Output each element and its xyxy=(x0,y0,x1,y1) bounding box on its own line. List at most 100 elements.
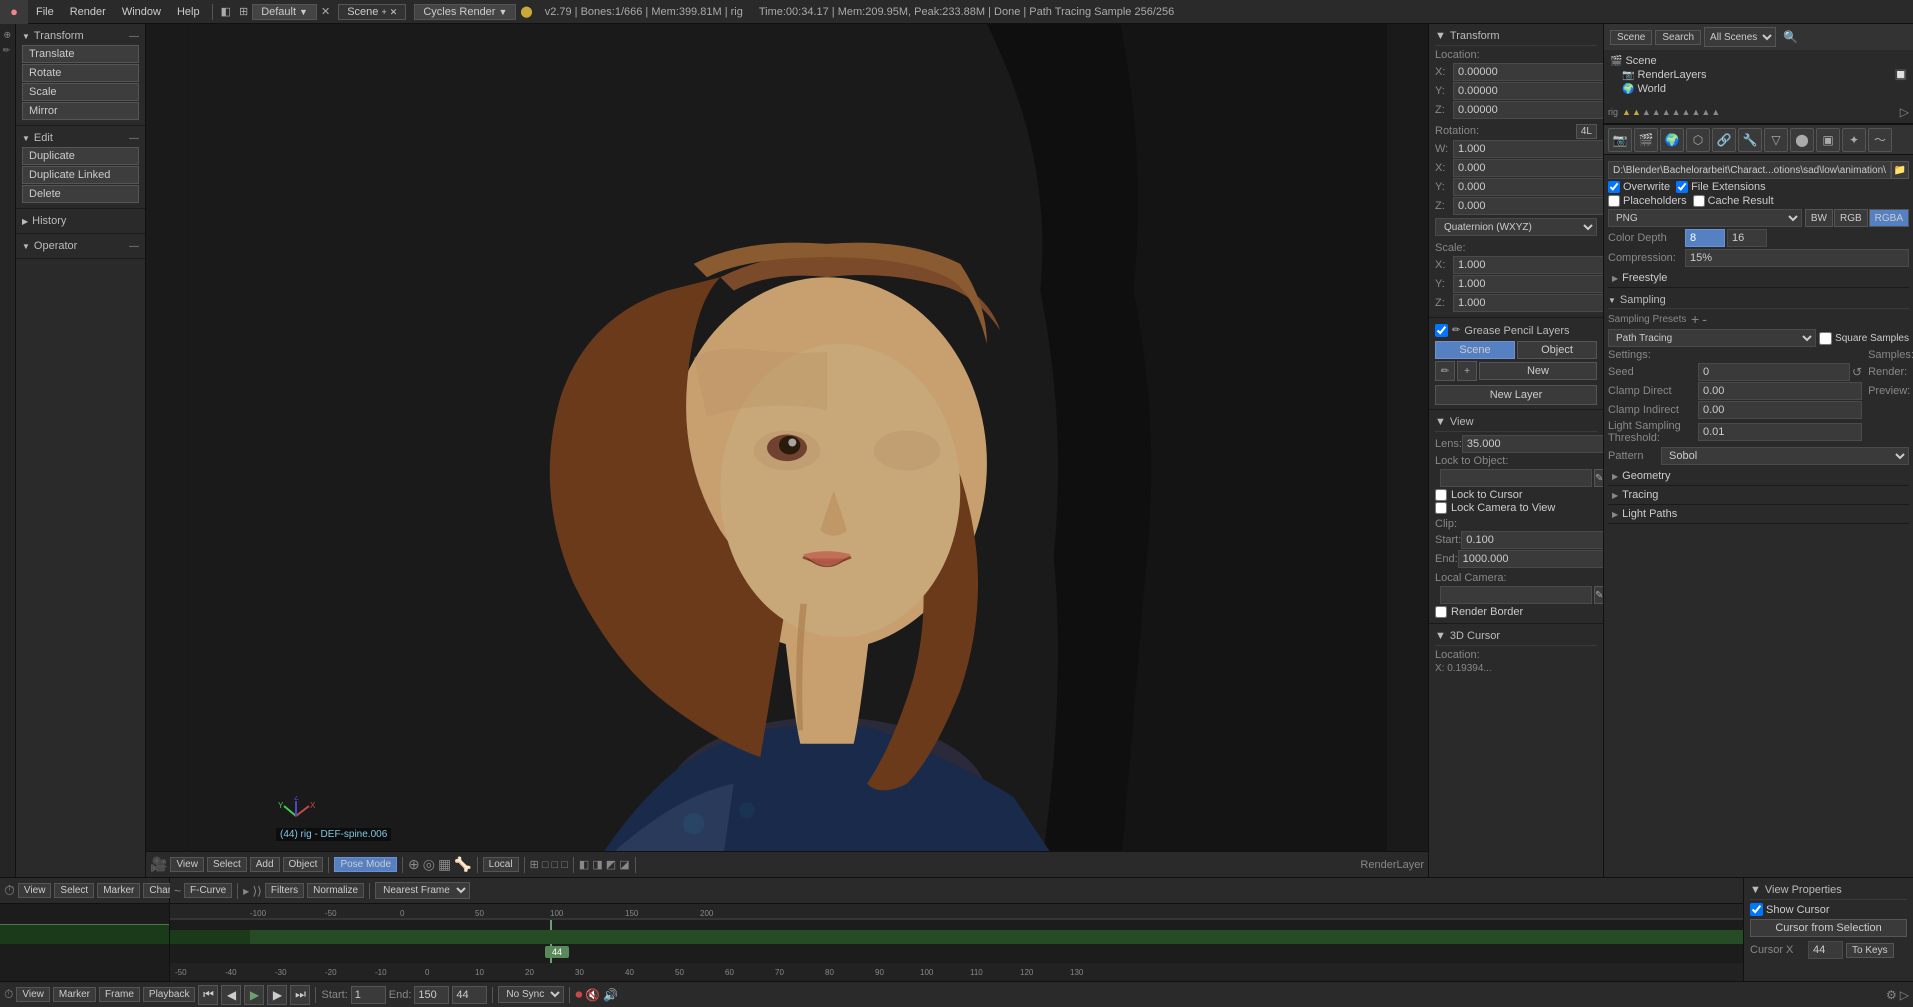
render-border-checkbox[interactable] xyxy=(1435,606,1447,618)
file-ext-checkbox[interactable] xyxy=(1676,181,1688,193)
rl-icon-7[interactable]: ▲ xyxy=(1682,107,1691,117)
rl-icon-5[interactable]: ▲ xyxy=(1662,107,1671,117)
square-samples-checkbox[interactable] xyxy=(1819,332,1832,345)
gp-object-btn[interactable]: Object xyxy=(1517,341,1597,359)
texture-icon-btn[interactable]: ▣ xyxy=(1816,128,1840,152)
view-props-header[interactable]: ▼ View Properties xyxy=(1750,882,1907,900)
fcurve-icon[interactable]: ~ xyxy=(174,884,181,898)
no-sync-select[interactable]: No Sync xyxy=(498,986,564,1003)
mute-btn[interactable]: 🔇 xyxy=(585,988,600,1002)
file-path-btn[interactable]: 📁 xyxy=(1891,161,1909,179)
location-y-input[interactable] xyxy=(1453,82,1603,100)
freestyle-section[interactable]: ▶ Freestyle xyxy=(1608,269,1909,288)
frame-select[interactable]: Nearest Frame xyxy=(375,882,470,899)
format-select[interactable]: PNG xyxy=(1608,209,1802,227)
current-frame-input[interactable] xyxy=(452,986,487,1004)
view-tab[interactable]: Scene xyxy=(1610,30,1652,45)
scene-item[interactable]: 🎬 Scene xyxy=(1608,54,1909,68)
lock-camera-checkbox[interactable] xyxy=(1435,502,1447,514)
seed-input[interactable] xyxy=(1698,363,1850,381)
play-btn[interactable]: ▶ xyxy=(244,985,264,1005)
scale-z-input[interactable] xyxy=(1453,294,1603,312)
viewport-icon3[interactable]: ▦ xyxy=(438,856,451,873)
rot-z-input[interactable] xyxy=(1453,197,1603,215)
overwrite-checkbox[interactable] xyxy=(1608,181,1620,193)
world-icon-btn[interactable]: 🌍 xyxy=(1660,128,1684,152)
render-icon-btn[interactable]: 📷 xyxy=(1608,128,1632,152)
location-z-input[interactable] xyxy=(1453,101,1603,119)
data-icon-btn[interactable]: ▽ xyxy=(1764,128,1788,152)
rl-icon-9[interactable]: ▲ xyxy=(1701,107,1710,117)
start-input[interactable] xyxy=(351,986,386,1004)
prev-frame-btn[interactable]: ◀ xyxy=(221,985,241,1005)
viewport-icon2[interactable]: ◎ xyxy=(423,856,435,873)
clip-start-input[interactable] xyxy=(1461,531,1603,549)
pb-playback-btn[interactable]: Playback xyxy=(143,987,196,1002)
scale-x-input[interactable] xyxy=(1453,256,1603,274)
gp-scene-btn[interactable]: Scene xyxy=(1435,341,1515,359)
transform-header[interactable]: ▼ Transform — xyxy=(22,28,139,44)
translate-btn[interactable]: Translate xyxy=(22,45,139,63)
modifier-icon-btn[interactable]: 🔧 xyxy=(1738,128,1762,152)
tracing-section[interactable]: ▶ Tracing xyxy=(1608,486,1909,505)
mirror-btn[interactable]: Mirror xyxy=(22,102,139,120)
pose-mode-btn[interactable]: Pose Mode xyxy=(334,857,397,872)
record-btn[interactable]: ⏺ xyxy=(575,986,582,1003)
gp-new-layer-btn[interactable]: New Layer xyxy=(1435,385,1597,405)
expand-icon[interactable]: ▷ xyxy=(1900,105,1909,119)
color-depth-16-input[interactable] xyxy=(1727,229,1767,247)
viewport-camera-icon[interactable]: 🎥 xyxy=(150,856,167,873)
rl-icon-8[interactable]: ▲ xyxy=(1691,107,1700,117)
rl-icon-3[interactable]: ▲ xyxy=(1642,107,1651,117)
normalize-btn[interactable]: Normalize xyxy=(307,883,364,898)
gp-edit-icon[interactable]: ✏ xyxy=(1435,361,1455,381)
workspace-selector[interactable]: Default ▼ xyxy=(252,4,317,20)
sampling-header[interactable]: ▼ Sampling xyxy=(1608,291,1909,309)
side-icon-grease[interactable]: ✏ xyxy=(1,44,15,58)
to-keys-btn[interactable]: To Keys xyxy=(1846,943,1894,958)
end-input[interactable] xyxy=(414,986,449,1004)
placeholders-checkbox[interactable] xyxy=(1608,195,1620,207)
render-engine-selector[interactable]: Cycles Render ▼ xyxy=(414,4,516,20)
cursor-from-selection-btn[interactable]: Cursor from Selection xyxy=(1750,919,1907,937)
pb-view-btn[interactable]: View xyxy=(16,987,50,1002)
edit-header[interactable]: ▼ Edit — xyxy=(22,130,139,146)
render-layers-item[interactable]: 📷 RenderLayers 🔲 xyxy=(1608,68,1909,82)
local-camera-edit[interactable]: ✎ xyxy=(1594,586,1603,604)
menu-file[interactable]: File xyxy=(28,4,62,20)
light-paths-section[interactable]: ▶ Light Paths xyxy=(1608,505,1909,524)
pb-frame-btn[interactable]: Frame xyxy=(99,987,140,1002)
rgba-btn[interactable]: RGBA xyxy=(1869,209,1909,227)
jump-end-btn[interactable]: ⏭ xyxy=(290,985,310,1005)
presets-del-icon[interactable]: - xyxy=(1702,311,1707,327)
material-icon-btn[interactable]: ⬤ xyxy=(1790,128,1814,152)
audio-btn[interactable]: 🔊 xyxy=(603,988,618,1002)
menu-window[interactable]: Window xyxy=(114,4,169,20)
transform-section-header[interactable]: ▼ Transform xyxy=(1435,28,1597,46)
world-item[interactable]: 🌍 World xyxy=(1608,82,1909,96)
duplicate-linked-btn[interactable]: Duplicate Linked xyxy=(22,166,139,184)
side-icon-transform[interactable]: ⊕ xyxy=(1,28,15,42)
scale-btn[interactable]: Scale xyxy=(22,83,139,101)
lock-edit-btn[interactable]: ✎ xyxy=(1594,469,1603,487)
scene-icon-btn[interactable]: 🎬 xyxy=(1634,128,1658,152)
cache-result-checkbox[interactable] xyxy=(1693,195,1705,207)
tl-view-btn[interactable]: View xyxy=(18,883,52,898)
compression-input[interactable] xyxy=(1685,249,1909,267)
filters-btn[interactable]: Filters xyxy=(265,883,304,898)
lock-object-input[interactable] xyxy=(1440,469,1592,487)
duplicate-btn[interactable]: Duplicate xyxy=(22,147,139,165)
timeline-canvas[interactable]: -100 -50 0 50 100 150 200 xyxy=(170,904,1743,963)
constraint-icon-btn[interactable]: 🔗 xyxy=(1712,128,1736,152)
lock-cursor-checkbox[interactable] xyxy=(1435,489,1447,501)
pb-settings-icon[interactable]: ⚙ xyxy=(1886,988,1897,1002)
show-cursor-checkbox[interactable] xyxy=(1750,903,1763,916)
rot-w-input[interactable] xyxy=(1453,140,1603,158)
sampling-method-select[interactable]: Path Tracing xyxy=(1608,329,1816,347)
search-icon[interactable]: 🔍 xyxy=(1783,30,1798,44)
clamp-indirect-input[interactable] xyxy=(1698,401,1862,419)
rl-active-icon[interactable]: ▲ xyxy=(1622,107,1631,117)
rl-icon-10[interactable]: ▲ xyxy=(1711,107,1720,117)
lens-input[interactable] xyxy=(1462,435,1603,453)
delete-btn[interactable]: Delete xyxy=(22,185,139,203)
